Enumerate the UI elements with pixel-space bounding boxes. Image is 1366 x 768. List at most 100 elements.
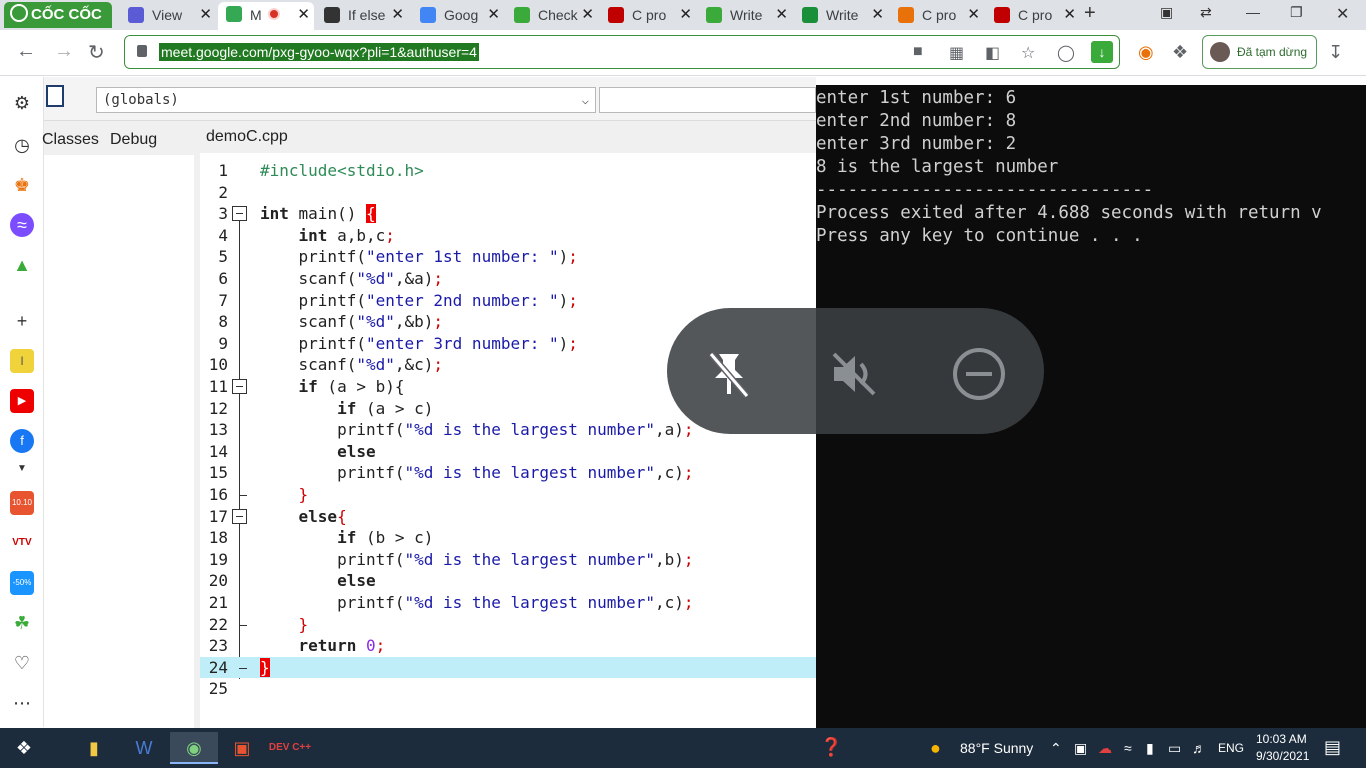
- browser-tab[interactable]: Write ✕: [794, 3, 888, 27]
- new-tab-button[interactable]: +: [1084, 2, 1096, 25]
- note-icon[interactable]: I: [10, 349, 34, 373]
- close-tab-icon[interactable]: ✕: [1063, 3, 1076, 27]
- help-icon[interactable]: ❓: [820, 737, 842, 758]
- back-forward-cache-icon[interactable]: ⇄: [1200, 4, 1212, 21]
- code-line[interactable]: 22 }: [200, 614, 816, 636]
- close-tab-icon[interactable]: ✕: [581, 3, 594, 27]
- close-tab-icon[interactable]: ✕: [199, 3, 212, 27]
- code-line[interactable]: 19 printf("%d is the largest number",b);: [200, 549, 816, 571]
- code-editor[interactable]: 1 #include<stdio.h> 2 3 int main() {4 int a,…: [200, 153, 816, 728]
- network-warning-icon[interactable]: ☁: [1098, 740, 1112, 757]
- volume-icon[interactable]: ♬: [1192, 740, 1206, 756]
- browser-tab[interactable]: If else ✕: [316, 3, 408, 27]
- code-line[interactable]: 2: [200, 182, 816, 204]
- fold-toggle-icon[interactable]: [232, 206, 247, 222]
- tab-debug[interactable]: Debug: [110, 131, 157, 149]
- code-line[interactable]: 6 scanf("%d",&a);: [200, 268, 816, 290]
- close-tab-icon[interactable]: ✕: [871, 3, 884, 27]
- browser-tab[interactable]: View ✕: [120, 3, 216, 27]
- browser-tab[interactable]: Goog ✕: [412, 3, 504, 27]
- code-line[interactable]: 18 if (b > c): [200, 527, 816, 549]
- project-icon[interactable]: [46, 85, 64, 107]
- chevron-down-icon[interactable]: ⌵: [582, 88, 589, 112]
- browser-tab[interactable]: C pro ✕: [986, 3, 1080, 27]
- code-line[interactable]: 24}: [200, 656, 816, 679]
- battery-icon[interactable]: ▭: [1168, 740, 1181, 757]
- back-button[interactable]: ←: [16, 40, 36, 63]
- file-explorer-icon[interactable]: ▮: [70, 732, 118, 764]
- tiki-icon[interactable]: -50%: [10, 571, 34, 595]
- close-tab-icon[interactable]: ✕: [391, 3, 404, 27]
- code-line[interactable]: 1 #include<stdio.h>: [200, 160, 816, 182]
- coccoc-extension-icon[interactable]: ◉: [1138, 42, 1154, 63]
- notification-bell-icon[interactable]: ♡: [10, 651, 34, 675]
- restore-button[interactable]: ❐: [1290, 4, 1303, 21]
- code-line[interactable]: 5 printf("enter 1st number: ");: [200, 246, 816, 268]
- profile-paused-button[interactable]: Đã tạm dừng: [1202, 35, 1317, 69]
- leaf-icon[interactable]: ☘: [10, 611, 34, 635]
- browser-tab[interactable]: C pro ✕: [890, 3, 984, 27]
- code-line[interactable]: 21 printf("%d is the largest number",c);: [200, 592, 816, 614]
- language-indicator[interactable]: ENG: [1218, 741, 1244, 755]
- more-options-icon[interactable]: ⋯: [10, 691, 34, 715]
- code-line[interactable]: 25: [200, 678, 816, 700]
- bookmark-star-icon[interactable]: ☆: [1021, 43, 1035, 63]
- browser-tab[interactable]: Write ✕: [698, 3, 792, 27]
- weather-label[interactable]: 88°F Sunny: [960, 740, 1033, 756]
- youtube-icon[interactable]: ▶: [10, 389, 34, 413]
- lock-icon[interactable]: [137, 45, 147, 57]
- mute-icon[interactable]: [826, 346, 882, 402]
- fold-toggle-icon[interactable]: [232, 508, 247, 524]
- close-tab-icon[interactable]: ✕: [487, 3, 500, 27]
- app-red-icon[interactable]: ▣: [218, 732, 266, 764]
- clock-date[interactable]: 9/30/2021: [1256, 749, 1309, 763]
- camera-icon[interactable]: ■: [913, 43, 923, 61]
- tab-classes[interactable]: Classes: [42, 131, 99, 149]
- messenger-icon[interactable]: ≈: [10, 213, 34, 237]
- wifi-icon[interactable]: ≈: [1124, 740, 1132, 756]
- fold-toggle-icon[interactable]: [232, 379, 247, 394]
- unpin-icon[interactable]: [701, 346, 757, 402]
- clock-time[interactable]: 10:03 AM: [1256, 732, 1307, 746]
- meet-tray-icon[interactable]: ▣: [1074, 740, 1087, 757]
- shield-icon[interactable]: ◯: [1057, 43, 1075, 63]
- code-line[interactable]: 15 printf("%d is the largest number",c);: [200, 462, 816, 484]
- tray-chevron-icon[interactable]: ⌃: [1050, 740, 1062, 757]
- word-icon[interactable]: W: [120, 732, 168, 764]
- minimize-button[interactable]: —: [1246, 4, 1260, 20]
- settings-gear-icon[interactable]: ⚙: [10, 91, 34, 115]
- browser-tab[interactable]: M ✕: [218, 2, 314, 30]
- code-line[interactable]: 17 else{: [200, 506, 816, 528]
- address-bar[interactable]: meet.google.com/pxg-gyoo-wqx?pli=1&authu…: [124, 35, 1120, 69]
- microphone-icon[interactable]: ▮: [1146, 740, 1154, 757]
- add-sidebar-item-icon[interactable]: +: [10, 309, 34, 333]
- history-icon[interactable]: ◷: [10, 133, 34, 157]
- start-windows-icon[interactable]: ❖: [0, 732, 48, 764]
- close-tab-icon[interactable]: ✕: [679, 3, 692, 27]
- remove-icon[interactable]: [951, 346, 1007, 402]
- close-tab-icon[interactable]: ✕: [967, 3, 980, 27]
- facebook-icon[interactable]: f: [10, 429, 34, 453]
- game-controller-icon[interactable]: ▲: [10, 253, 34, 277]
- devcpp-taskbar-icon[interactable]: DEV C++: [266, 732, 314, 764]
- download-icon[interactable]: ↓: [1091, 41, 1113, 63]
- reload-button[interactable]: ↻: [88, 40, 105, 65]
- qr-code-icon[interactable]: ▦: [949, 43, 964, 63]
- browser-tab[interactable]: C pro ✕: [600, 3, 696, 27]
- shopee-icon[interactable]: 10.10: [10, 491, 34, 515]
- chevron-down-icon[interactable]: ▼: [10, 457, 34, 481]
- code-line[interactable]: 16 }: [200, 484, 816, 506]
- symbol-select[interactable]: [599, 87, 816, 113]
- url-text[interactable]: meet.google.com/pxg-gyoo-wqx?pli=1&authu…: [159, 43, 479, 61]
- code-line[interactable]: 3 int main() {: [200, 203, 816, 225]
- translate-icon[interactable]: ◧: [985, 43, 1000, 63]
- scope-select[interactable]: (globals) ⌵: [96, 87, 596, 113]
- close-window-button[interactable]: ✕: [1336, 4, 1349, 24]
- code-line[interactable]: 20 else: [200, 570, 816, 592]
- notification-center-icon[interactable]: ▤: [1324, 737, 1341, 758]
- code-line[interactable]: 4 int a,b,c;: [200, 225, 816, 247]
- close-tab-icon[interactable]: ✕: [775, 3, 788, 27]
- vtv-icon[interactable]: VTV: [10, 531, 34, 555]
- file-tab-democ[interactable]: demoC.cpp: [194, 121, 314, 153]
- browser-tab[interactable]: Check ✕: [506, 3, 598, 27]
